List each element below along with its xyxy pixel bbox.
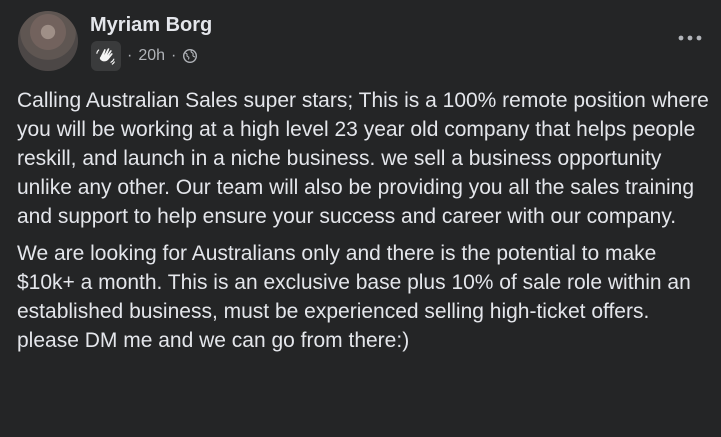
author-avatar[interactable]	[18, 11, 78, 71]
meta-separator: ·	[171, 47, 177, 64]
post-body: Calling Australian Sales super stars; Th…	[17, 86, 713, 355]
more-options-icon[interactable]	[675, 28, 705, 48]
post-meta: · 20h ·	[91, 41, 198, 71]
meta-separator: ·	[127, 47, 133, 64]
post-timestamp[interactable]: 20h	[138, 46, 165, 66]
post-paragraph: Calling Australian Sales super stars; Th…	[17, 89, 709, 228]
waving-hand-icon[interactable]	[91, 41, 121, 71]
post-paragraph: We are looking for Australians only and …	[17, 242, 691, 352]
author-name[interactable]: Myriam Borg	[90, 13, 212, 37]
social-post: Myriam Borg · 20h · Calling Australian S…	[0, 0, 721, 437]
globe-icon[interactable]	[182, 48, 198, 64]
